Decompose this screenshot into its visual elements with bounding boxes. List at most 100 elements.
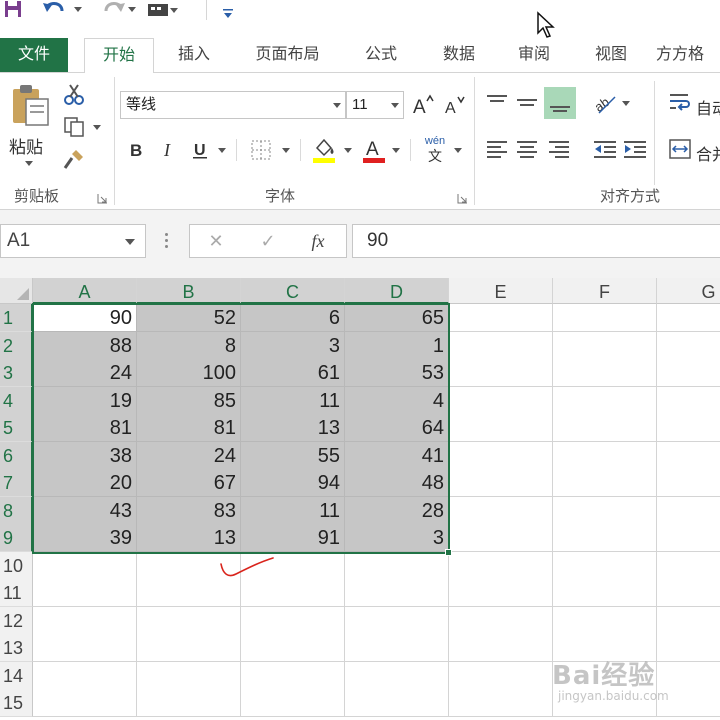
cell[interactable] xyxy=(553,579,657,607)
align-middle-icon[interactable] xyxy=(514,91,540,115)
cell[interactable] xyxy=(345,662,449,690)
cell[interactable]: 53 xyxy=(345,359,449,387)
cell[interactable] xyxy=(33,607,137,635)
cell[interactable] xyxy=(553,414,657,442)
copy-icon[interactable] xyxy=(62,115,86,139)
underline-dropdown-icon[interactable] xyxy=(218,148,226,153)
cell[interactable]: 1 xyxy=(345,332,449,360)
cell[interactable]: 64 xyxy=(345,414,449,442)
column-header-b[interactable]: B xyxy=(137,278,241,304)
insert-function-icon[interactable]: fx xyxy=(298,225,338,257)
cell[interactable] xyxy=(553,607,657,635)
formula-bar-resize-handle[interactable] xyxy=(162,230,170,250)
cell[interactable] xyxy=(449,607,553,635)
cell[interactable] xyxy=(657,524,720,552)
cell[interactable] xyxy=(33,689,137,717)
row-header[interactable]: 8 xyxy=(0,497,33,525)
cell[interactable]: 55 xyxy=(241,442,345,470)
align-bottom-icon[interactable] xyxy=(544,87,576,119)
cell[interactable]: 91 xyxy=(241,524,345,552)
decrease-indent-icon[interactable] xyxy=(592,137,618,161)
tab-view[interactable]: 视图 xyxy=(580,38,642,72)
cell[interactable] xyxy=(657,469,720,497)
increase-indent-icon[interactable] xyxy=(622,137,648,161)
cell[interactable]: 8 xyxy=(137,332,241,360)
cell[interactable] xyxy=(553,469,657,497)
cell[interactable]: 52 xyxy=(137,304,241,332)
cell[interactable] xyxy=(657,304,720,332)
cell[interactable] xyxy=(33,634,137,662)
cell[interactable]: 85 xyxy=(137,387,241,415)
font-color-icon[interactable]: A xyxy=(360,135,388,165)
cell[interactable] xyxy=(241,689,345,717)
fill-color-dropdown-icon[interactable] xyxy=(344,148,352,153)
merge-center-label[interactable]: 合并 xyxy=(696,141,720,165)
tab-page-layout[interactable]: 页面布局 xyxy=(240,38,335,72)
cut-icon[interactable] xyxy=(62,83,86,107)
paste-dropdown-icon[interactable] xyxy=(25,161,33,166)
formula-input[interactable]: 90 xyxy=(352,224,720,258)
font-color-dropdown-icon[interactable] xyxy=(392,148,400,153)
cell[interactable]: 38 xyxy=(33,442,137,470)
cell[interactable]: 48 xyxy=(345,469,449,497)
cell[interactable] xyxy=(241,607,345,635)
cell[interactable] xyxy=(657,359,720,387)
cell[interactable]: 3 xyxy=(241,332,345,360)
cell[interactable] xyxy=(449,387,553,415)
cell[interactable] xyxy=(657,387,720,415)
customize-toolbar-icon[interactable] xyxy=(146,0,178,20)
orientation-icon[interactable]: ab xyxy=(592,89,618,117)
row-header[interactable]: 7 xyxy=(0,469,33,497)
cell[interactable]: 81 xyxy=(137,414,241,442)
row-header[interactable]: 12 xyxy=(0,607,33,635)
tab-data[interactable]: 数据 xyxy=(428,38,490,72)
cell[interactable] xyxy=(553,304,657,332)
cell[interactable]: 41 xyxy=(345,442,449,470)
cell[interactable]: 65 xyxy=(345,304,449,332)
cell[interactable]: 28 xyxy=(345,497,449,525)
cell[interactable]: 88 xyxy=(33,332,137,360)
cell[interactable] xyxy=(657,579,720,607)
cell[interactable] xyxy=(449,497,553,525)
font-name-box[interactable]: 等线 xyxy=(120,91,346,119)
cell[interactable] xyxy=(657,552,720,580)
cell[interactable] xyxy=(657,607,720,635)
paste-icon[interactable] xyxy=(8,83,52,127)
merge-center-icon[interactable] xyxy=(666,135,694,163)
fill-handle[interactable] xyxy=(445,549,452,556)
more-commands-icon[interactable] xyxy=(222,4,234,24)
cell[interactable]: 11 xyxy=(241,387,345,415)
cell[interactable]: 20 xyxy=(33,469,137,497)
italic-icon[interactable]: I xyxy=(156,137,180,163)
tab-home[interactable]: 开始 xyxy=(84,38,154,73)
cell[interactable]: 94 xyxy=(241,469,345,497)
fill-color-icon[interactable] xyxy=(310,135,338,165)
bold-icon[interactable]: B xyxy=(124,137,148,163)
cell[interactable] xyxy=(449,469,553,497)
align-top-icon[interactable] xyxy=(484,91,510,115)
cell[interactable] xyxy=(553,497,657,525)
cell[interactable] xyxy=(553,442,657,470)
align-right-icon[interactable] xyxy=(546,137,572,161)
row-header[interactable]: 3 xyxy=(0,359,33,387)
wrap-text-label[interactable]: 自动 xyxy=(696,95,720,119)
cell[interactable]: 19 xyxy=(33,387,137,415)
enter-icon[interactable]: ✓ xyxy=(248,225,288,257)
select-all-button[interactable] xyxy=(0,278,33,304)
cell[interactable] xyxy=(553,332,657,360)
column-header-a[interactable]: A xyxy=(33,278,137,304)
phonetic-dropdown-icon[interactable] xyxy=(454,148,462,153)
decrease-font-size-icon[interactable]: A xyxy=(442,91,468,119)
orientation-dropdown-icon[interactable] xyxy=(622,101,630,106)
column-header-e[interactable]: E xyxy=(449,278,553,304)
row-header[interactable]: 13 xyxy=(0,634,33,662)
cell[interactable] xyxy=(241,634,345,662)
cell[interactable] xyxy=(553,552,657,580)
align-center-icon[interactable] xyxy=(514,137,540,161)
tab-review[interactable]: 审阅 xyxy=(503,38,565,72)
cell[interactable] xyxy=(657,332,720,360)
cell[interactable] xyxy=(657,497,720,525)
cell[interactable] xyxy=(345,552,449,580)
column-header-d[interactable]: D xyxy=(345,278,449,304)
name-box-dropdown-icon[interactable] xyxy=(125,239,135,245)
